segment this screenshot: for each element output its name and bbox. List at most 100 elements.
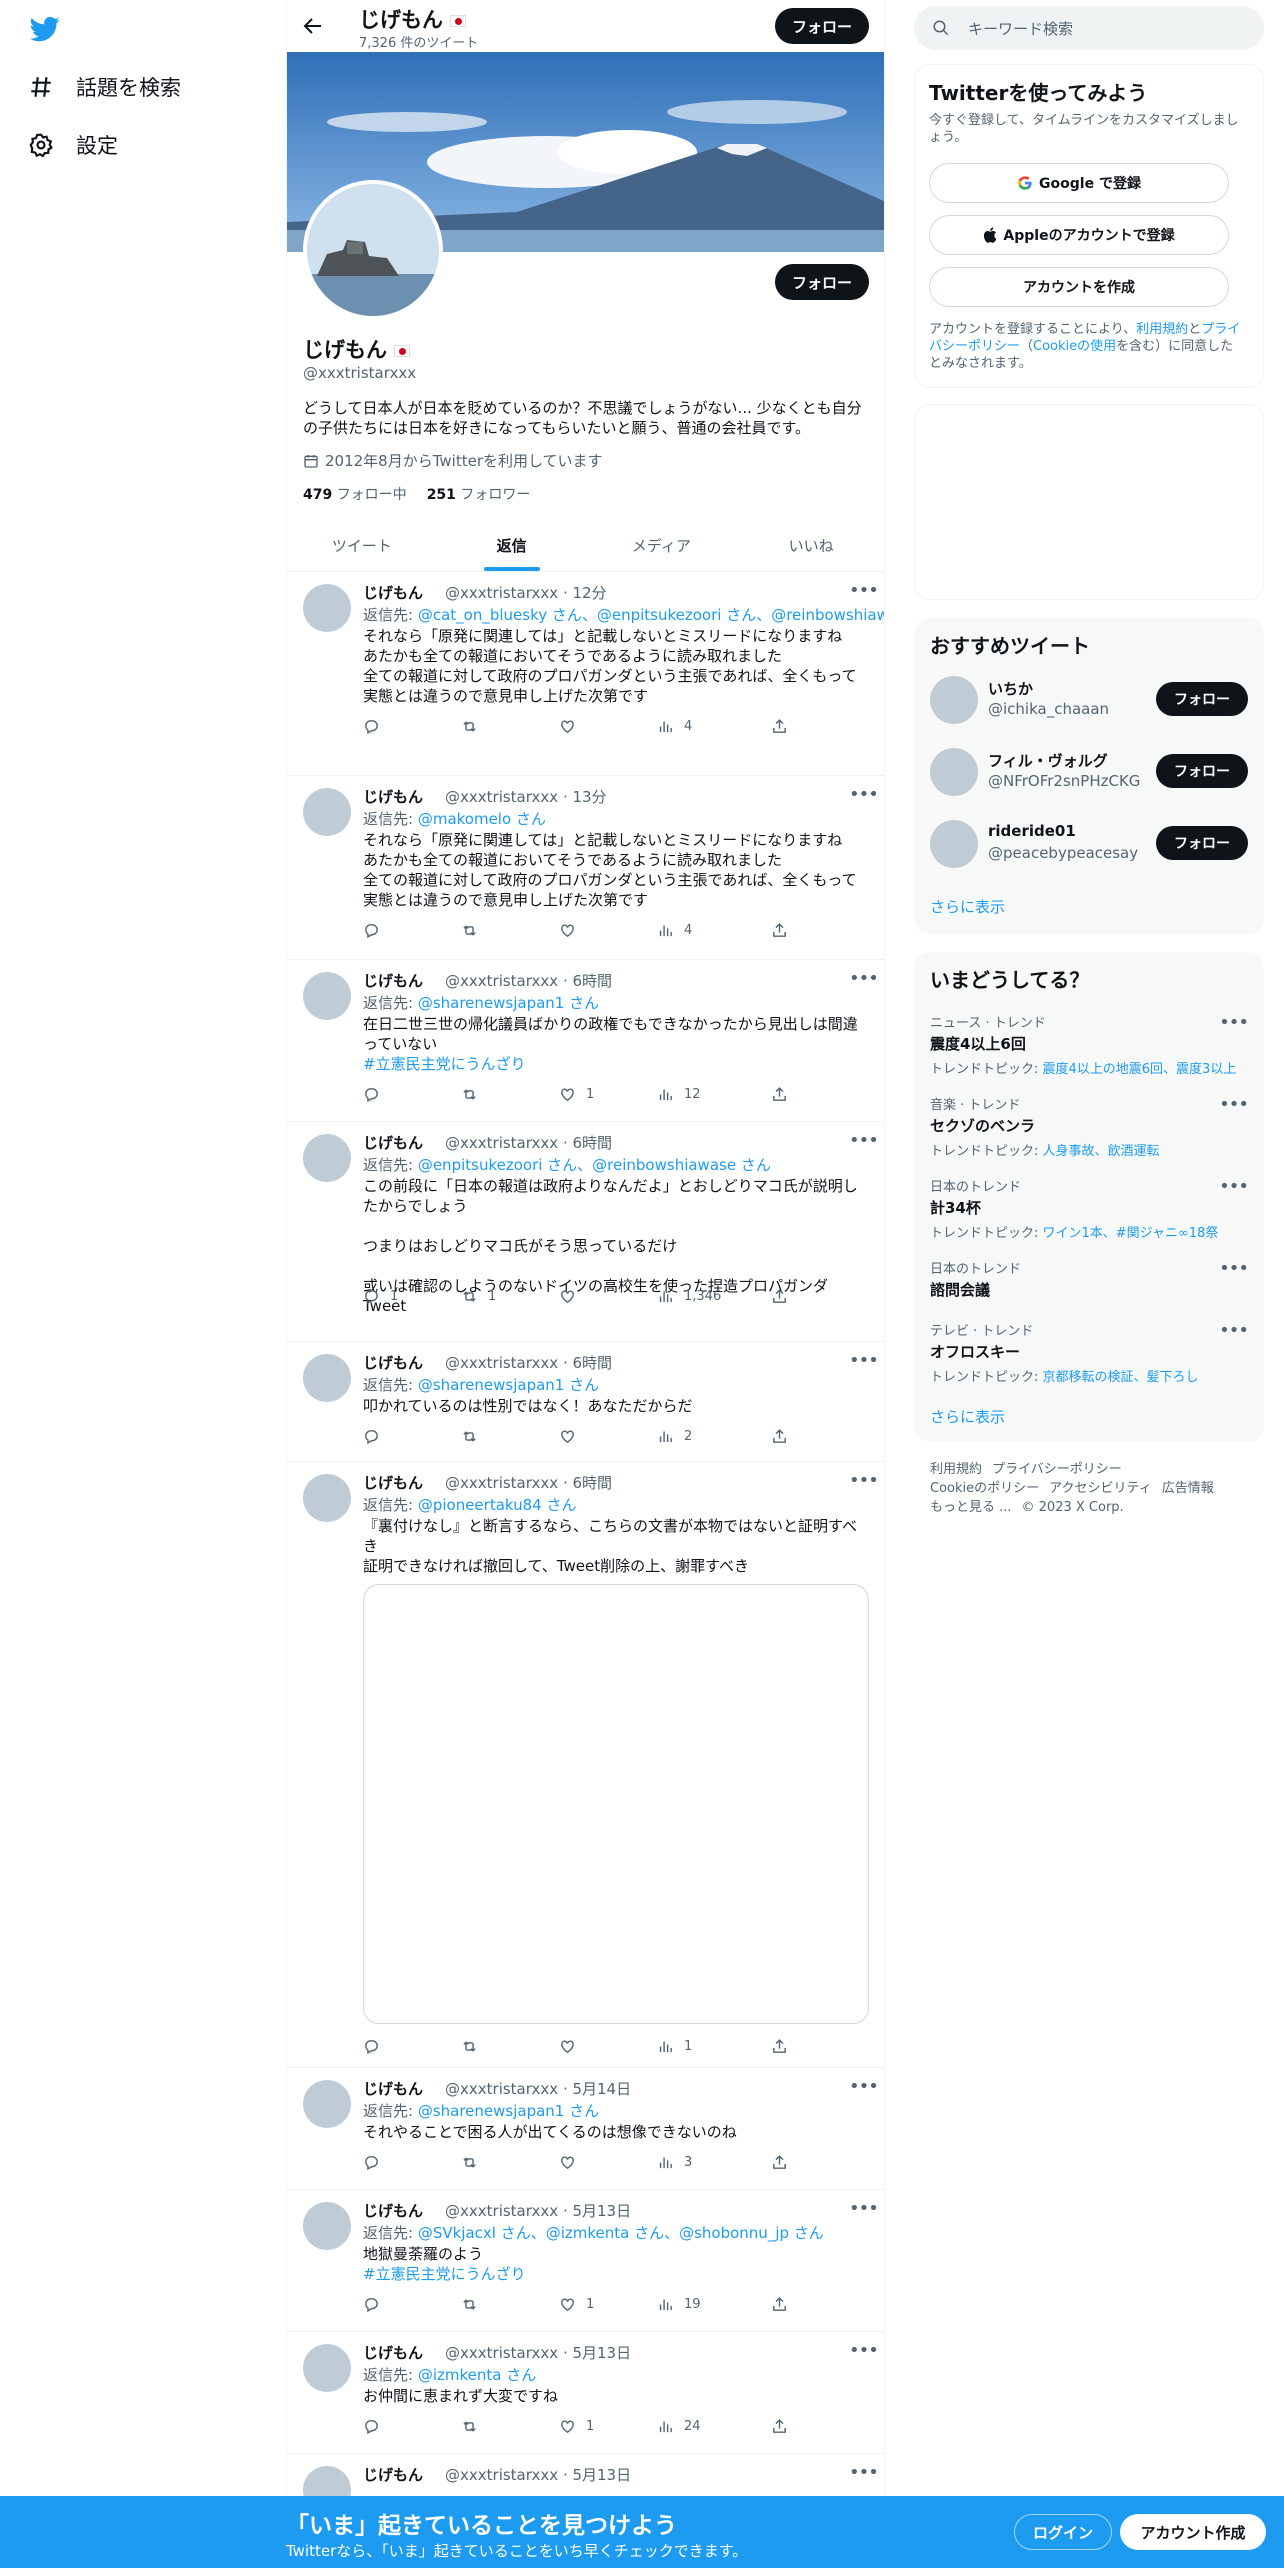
tweet-author-handle[interactable]: @xxxtristarxxx — [445, 1134, 558, 1152]
like-button[interactable] — [559, 718, 586, 735]
followers-link[interactable]: 251 フォロワー — [427, 484, 531, 504]
tweet-author-handle[interactable]: @xxxtristarxxx — [445, 584, 558, 602]
recommended-user-name[interactable]: いちか — [988, 678, 1033, 699]
trend-item[interactable]: 日本のトレンド 諮問会議 ••• — [930, 1258, 1249, 1300]
reply-to-users[interactable]: @sharenewsjapan1 さん — [418, 994, 599, 1012]
footer-ads[interactable]: 広告情報 — [1162, 1481, 1214, 1496]
views-button[interactable]: 24 — [657, 2418, 701, 2435]
reply-to-users[interactable]: @enpitsukezoori さん、@reinbowshiawase さん — [418, 1156, 771, 1174]
reply-button[interactable] — [363, 1428, 390, 1445]
more-options-icon[interactable]: ••• — [849, 580, 879, 601]
more-options-icon[interactable]: ••• — [849, 1130, 879, 1151]
footer-accessibility[interactable]: アクセシビリティ — [1049, 1481, 1152, 1496]
more-options-icon[interactable]: ••• — [849, 2076, 879, 2097]
tweet-author-name[interactable]: じげもん — [363, 1354, 423, 1372]
trend-item[interactable]: 日本のトレンド 計34杯 トレンドトピック: ワイン1本、#関ジャニ∞18祭 ••• — [930, 1176, 1249, 1241]
reply-button[interactable] — [363, 718, 390, 735]
search-input[interactable]: キーワード検索 — [914, 6, 1264, 50]
avatar[interactable] — [303, 788, 351, 836]
views-button[interactable]: 2 — [657, 1428, 692, 1445]
follow-button[interactable]: フォロー — [1156, 682, 1248, 716]
retweet-button[interactable] — [461, 2296, 488, 2313]
reply-to-users[interactable]: @makomelo さん — [418, 810, 546, 828]
tweet-author-handle[interactable]: @xxxtristarxxx — [445, 788, 558, 806]
share-button[interactable] — [771, 2296, 788, 2313]
trend-item[interactable]: 音楽 · トレンド セクゾのベンラ トレンドトピック: 人身事故、飲酒運転 ••• — [930, 1094, 1249, 1159]
tweet-author-name[interactable]: じげもん — [363, 1134, 423, 1152]
retweet-button[interactable] — [461, 1428, 488, 1445]
nav-settings[interactable]: 設定 — [28, 130, 118, 160]
trend-topic-links[interactable]: ワイン1本、#関ジャニ∞18祭 — [1043, 1226, 1219, 1241]
like-button[interactable] — [559, 2038, 586, 2055]
recommended-user[interactable]: フィル・ヴォルグ @NFrOFr2snPHzCKG フォロー — [930, 746, 1248, 798]
avatar[interactable] — [303, 972, 351, 1020]
retweet-button[interactable] — [461, 922, 488, 939]
avatar[interactable] — [303, 1134, 351, 1182]
retweet-button[interactable] — [461, 2418, 488, 2435]
avatar[interactable] — [303, 584, 351, 632]
share-button[interactable] — [771, 718, 788, 735]
trend-item[interactable]: ニュース · トレンド 震度4以上6回 トレンドトピック: 震度4以上の地震6回、震… — [930, 1012, 1249, 1077]
tweet-time[interactable]: · 6時間 — [563, 1134, 612, 1152]
terms-link[interactable]: 利用規約 — [1136, 322, 1188, 337]
tweet-time[interactable]: · 6時間 — [563, 972, 612, 990]
more-options-icon[interactable]: ••• — [849, 2198, 879, 2219]
avatar[interactable] — [930, 748, 978, 796]
share-button[interactable] — [771, 2154, 788, 2171]
trend-topic-links[interactable]: 京都移転の検証、髪下ろし — [1043, 1370, 1199, 1385]
tweet-author-name[interactable]: じげもん — [363, 1474, 423, 1492]
reply-to-users[interactable]: @cat_on_bluesky さん、@enpitsukezoori さん、@r… — [418, 606, 884, 624]
tweet-time[interactable]: · 13分 — [563, 788, 607, 806]
avatar[interactable] — [303, 2080, 351, 2128]
more-options-icon[interactable]: ••• — [849, 968, 879, 989]
bottom-create-account-button[interactable]: アカウント作成 — [1120, 2514, 1266, 2550]
reply-button[interactable] — [363, 2296, 390, 2313]
avatar[interactable] — [303, 2202, 351, 2250]
like-button[interactable]: 1 — [559, 1086, 594, 1103]
avatar[interactable] — [930, 676, 978, 724]
views-button[interactable]: 3 — [657, 2154, 692, 2171]
more-options-icon[interactable]: ••• — [849, 2340, 879, 2361]
login-button[interactable]: ログイン — [1014, 2514, 1112, 2550]
retweet-button[interactable] — [461, 2038, 488, 2055]
reply-button[interactable] — [363, 2154, 390, 2171]
tweet-author-name[interactable]: じげもん — [363, 972, 423, 990]
tweet[interactable]: じげもん @xxxtristarxxx · 6時間 ••• 返信先: @sharene… — [287, 1342, 884, 1462]
like-button[interactable] — [559, 1428, 586, 1445]
tab-media[interactable]: メディア — [587, 520, 737, 571]
retweet-button[interactable]: 1 — [461, 1288, 496, 1305]
follow-button[interactable]: フォロー — [1156, 754, 1248, 788]
tab-replies[interactable]: 返信 — [437, 520, 587, 571]
profile-avatar[interactable] — [303, 180, 443, 320]
tweet[interactable]: じげもん @xxxtristarxxx · 6時間 ••• 返信先: @enpitsu… — [287, 1122, 884, 1342]
tweet[interactable]: じげもん @xxxtristarxxx · 6時間 ••• 返信先: @sharene… — [287, 960, 884, 1122]
more-options-icon[interactable]: ••• — [1219, 1320, 1249, 1341]
tweet-author-name[interactable]: じげもん — [363, 2466, 423, 2484]
more-options-icon[interactable]: ••• — [1219, 1176, 1249, 1197]
tweet-author-handle[interactable]: @xxxtristarxxx — [445, 1354, 558, 1372]
recommended-user-name[interactable]: rideride01 — [988, 822, 1076, 840]
following-link[interactable]: 479 フォロー中 — [303, 484, 407, 504]
tweet-time[interactable]: · 6時間 — [563, 1474, 612, 1492]
share-button[interactable] — [771, 2418, 788, 2435]
follow-button[interactable]: フォロー — [1156, 826, 1248, 860]
recommended-user-name[interactable]: フィル・ヴォルグ — [988, 750, 1108, 771]
more-options-icon[interactable]: ••• — [1219, 1094, 1249, 1115]
google-signup-button[interactable]: Google で登録 — [929, 163, 1229, 203]
recommended-more-link[interactable]: さらに表示 — [930, 896, 1005, 917]
tweet-author-handle[interactable]: @xxxtristarxxx — [445, 2466, 558, 2484]
views-button[interactable]: 1,346 — [657, 1288, 721, 1305]
like-button[interactable] — [559, 2154, 586, 2171]
tweet[interactable]: じげもん @xxxtristarxxx · 5月14日 ••• 返信先: @share… — [287, 2068, 884, 2190]
recommended-user[interactable]: いちか @ichika_chaaan フォロー — [930, 674, 1248, 726]
tweet-time[interactable]: · 5月13日 — [563, 2466, 631, 2484]
tweet-media[interactable] — [363, 1584, 869, 2024]
back-arrow-icon[interactable] — [301, 14, 325, 38]
tweet-time[interactable]: · 6時間 — [563, 1354, 612, 1372]
views-button[interactable]: 1 — [657, 2038, 692, 2055]
footer-terms[interactable]: 利用規約 — [930, 1462, 982, 1477]
like-button[interactable] — [559, 922, 586, 939]
trend-topic-links[interactable]: 震度4以上の地震6回、震度3以上 — [1043, 1062, 1237, 1077]
retweet-button[interactable] — [461, 2154, 488, 2171]
tweet-author-name[interactable]: じげもん — [363, 788, 423, 806]
